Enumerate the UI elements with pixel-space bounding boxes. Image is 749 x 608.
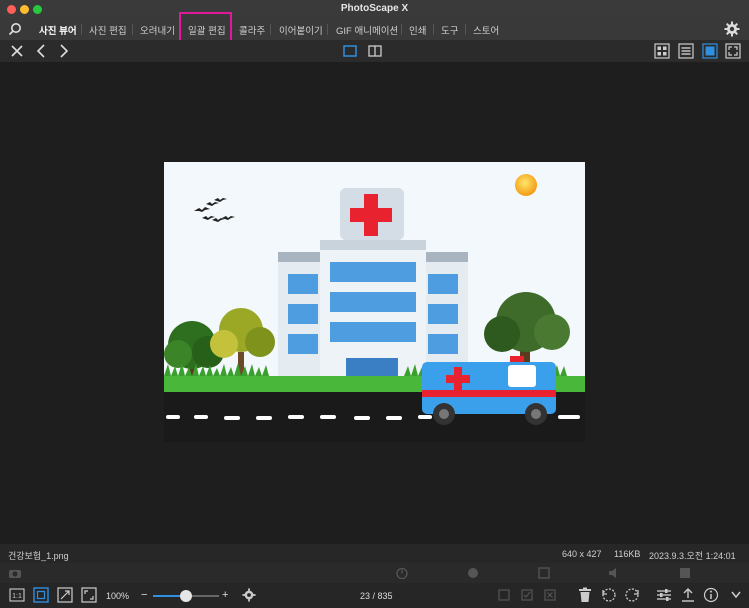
rotate-right-icon[interactable] (624, 587, 640, 603)
checkbox-cross-icon[interactable] (544, 589, 556, 601)
zoom-level: 100% (106, 591, 130, 601)
zoom-out-button[interactable]: − (141, 589, 147, 601)
viewer-toolbar (0, 40, 749, 62)
list-view-icon[interactable] (678, 43, 694, 59)
tab-print[interactable]: 인쇄 (409, 23, 426, 37)
close-icon[interactable] (10, 44, 24, 58)
fit-window-icon[interactable] (33, 587, 49, 603)
tab-tools[interactable]: 도구 (441, 23, 458, 37)
image-dimensions: 640 x 427 (562, 549, 602, 559)
status-bar: 건강보험_1.png 640 x 427 116KB 2023.9.3.오전 1… (0, 544, 749, 563)
camera-icon[interactable] (8, 567, 22, 579)
timer-icon[interactable] (396, 567, 408, 579)
expand-icon[interactable] (81, 587, 97, 603)
single-image-view-icon[interactable] (702, 43, 718, 59)
chevron-right-icon[interactable] (58, 44, 70, 58)
title-bar: PhotoScape X (0, 0, 749, 19)
main-tab-bar: 사진 뷰어 사진 편집 오려내기 일괄 편집 콜라주 이어붙이기 GIF 애니메… (0, 18, 749, 40)
info-icon[interactable] (703, 587, 719, 603)
tab-cutout[interactable]: 오려내기 (140, 23, 175, 37)
actual-size-icon[interactable]: 1:1 (9, 588, 25, 602)
tab-photo-viewer[interactable]: 사진 뷰어 (39, 23, 77, 37)
image-icon[interactable] (538, 567, 550, 579)
single-view-icon[interactable] (343, 45, 357, 57)
chevron-down-icon[interactable] (730, 590, 742, 600)
gear-icon[interactable] (724, 21, 740, 37)
zoom-slider[interactable] (153, 590, 219, 602)
adjust-icon[interactable] (679, 567, 691, 579)
split-view-icon[interactable] (368, 45, 382, 57)
zoom-settings-gear-icon[interactable] (242, 588, 256, 602)
color-icon[interactable] (467, 567, 479, 579)
tab-store[interactable]: 스토어 (473, 23, 499, 37)
svg-text:1:1: 1:1 (12, 593, 22, 600)
file-name: 건강보험_1.png (8, 551, 69, 561)
file-size: 116KB (614, 549, 641, 559)
zoom-in-button[interactable]: + (222, 589, 228, 601)
tab-gif[interactable]: GIF 애니메이션 (336, 23, 398, 37)
sound-icon[interactable] (608, 567, 620, 579)
share-icon[interactable] (680, 587, 696, 603)
preview-image[interactable] (164, 162, 585, 442)
fullscreen-icon[interactable] (725, 43, 741, 59)
chevron-left-icon[interactable] (35, 44, 47, 58)
adjustments-icon[interactable] (656, 587, 672, 603)
edit-tools-bar (0, 563, 749, 583)
rotate-left-icon[interactable] (601, 587, 617, 603)
page-counter: 23 / 835 (360, 591, 393, 601)
tab-collage[interactable]: 콜라주 (239, 23, 265, 37)
grid-view-icon[interactable] (654, 43, 670, 59)
fit-width-icon[interactable] (57, 587, 73, 603)
checkbox-checked-icon[interactable] (521, 589, 533, 601)
search-icon[interactable] (8, 22, 22, 36)
file-date: 2023.9.3.오전 1:24:01 (649, 551, 736, 561)
bottom-toolbar: 1:1 100% − + 23 / 835 (0, 583, 749, 608)
window-title: PhotoScape X (340, 3, 409, 14)
image-canvas (0, 62, 749, 544)
checkbox-empty-icon[interactable] (498, 589, 510, 601)
tab-photo-editor[interactable]: 사진 편집 (89, 23, 127, 37)
tab-combine[interactable]: 이어붙이기 (279, 23, 323, 37)
zoom-slider-thumb[interactable] (180, 590, 192, 602)
trash-icon[interactable] (578, 587, 592, 603)
